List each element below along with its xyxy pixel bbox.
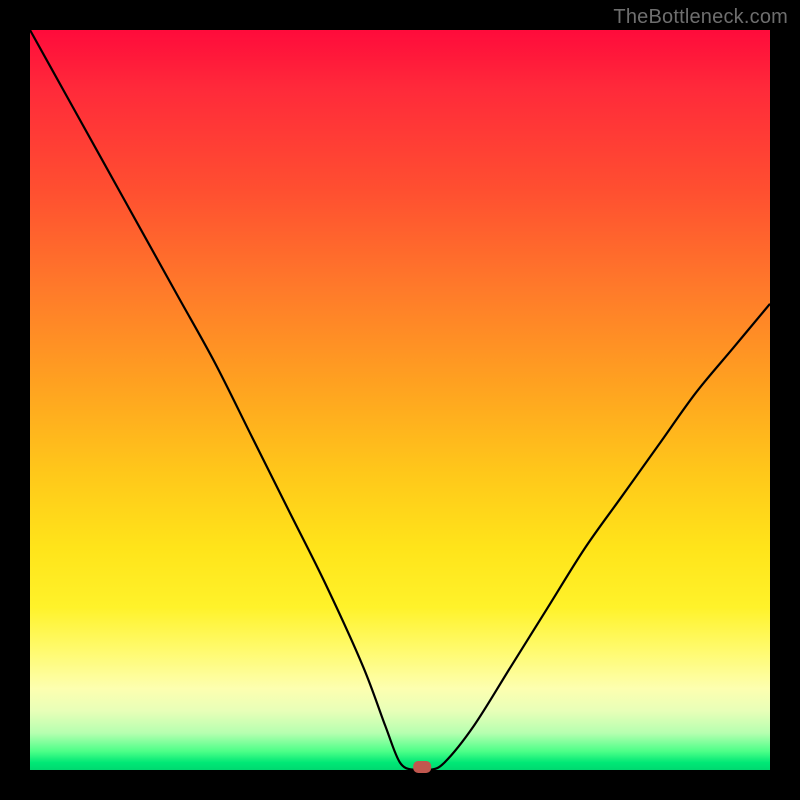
minimum-marker — [413, 761, 431, 773]
chart-plot-area — [30, 30, 770, 770]
attribution-label: TheBottleneck.com — [613, 6, 788, 29]
bottleneck-curve — [30, 30, 770, 771]
chart-svg — [30, 30, 770, 770]
chart-stage: TheBottleneck.com — [0, 0, 800, 800]
